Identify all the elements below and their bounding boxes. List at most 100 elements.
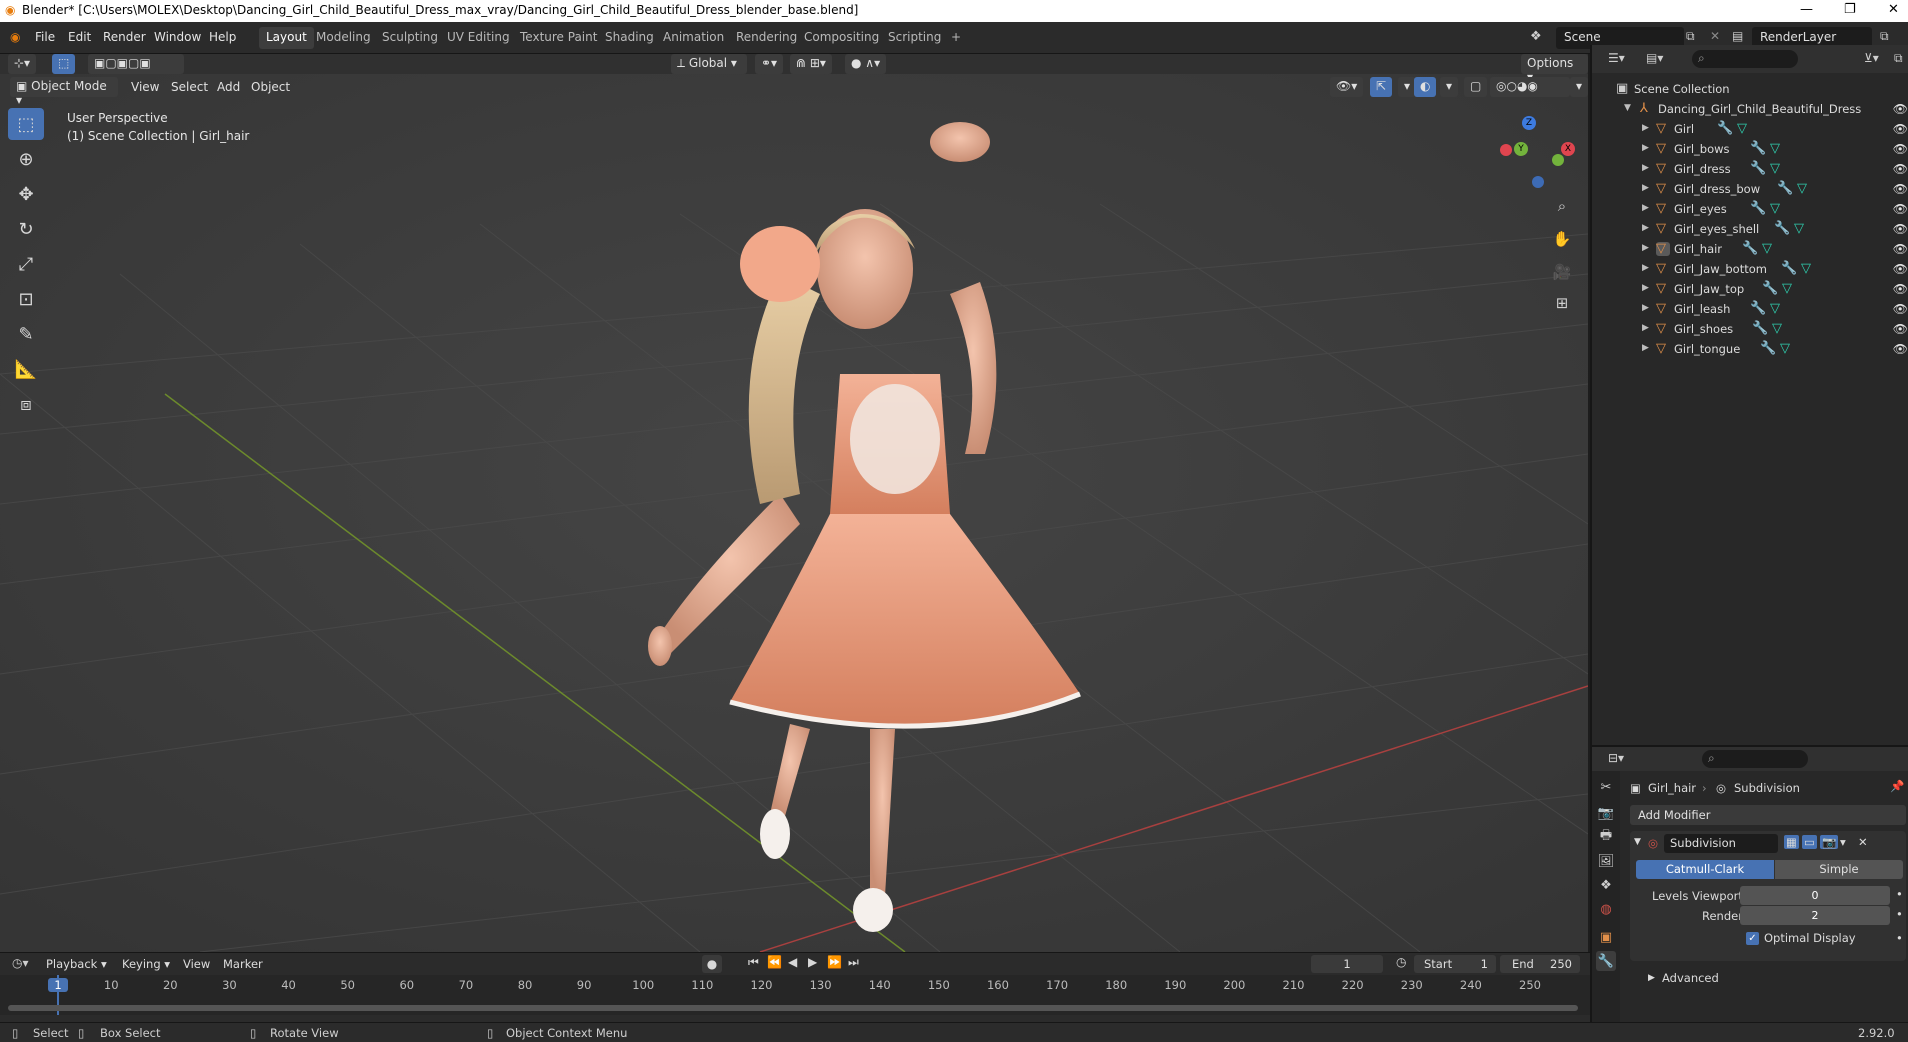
gizmo-neg-x[interactable] xyxy=(1500,144,1512,156)
menu-view[interactable]: View xyxy=(131,80,159,94)
advanced-expand-icon[interactable]: ▶ xyxy=(1648,973,1655,983)
keying-menu[interactable]: Keying ▾ xyxy=(122,955,170,973)
tab-modeling[interactable]: Modeling xyxy=(309,27,378,49)
pan-hand-icon[interactable]: ✋ xyxy=(1549,226,1575,252)
menu-select[interactable]: Select xyxy=(171,80,208,94)
end-frame-field[interactable]: End 250 xyxy=(1500,955,1580,973)
maximize-icon[interactable]: ❐ xyxy=(1844,2,1856,17)
outliner-collection[interactable]: ▼ ⅄ Dancing_Girl_Child_Beautiful_Dress 👁 xyxy=(1592,99,1908,119)
scene-tab-icon[interactable]: ❖ xyxy=(1596,875,1616,895)
advanced-subpanel[interactable]: Advanced xyxy=(1662,971,1719,985)
gizmo-toggle-icon[interactable]: ⇱ xyxy=(1370,77,1393,97)
modifier-wrench-icon[interactable]: 🔧 xyxy=(1762,281,1778,296)
annotate-tool-icon[interactable]: ✎ xyxy=(8,318,44,350)
collapse-arrow-icon[interactable]: ▼ xyxy=(1624,103,1631,113)
gizmo-neg-y[interactable] xyxy=(1552,154,1564,166)
eye-icon[interactable]: 👁 xyxy=(1893,242,1908,256)
visibility-filter-icon[interactable]: 👁▾ xyxy=(1330,77,1364,97)
snap-magnet-icon[interactable]: ⋒ ⊞▾ xyxy=(790,54,832,74)
object-tab-icon[interactable]: ▣ xyxy=(1596,927,1616,947)
tool-tab-icon[interactable]: ✂ xyxy=(1596,777,1616,797)
output-tab-icon[interactable]: 🖶 xyxy=(1596,827,1616,847)
mesh-data-icon[interactable]: ▽ xyxy=(1782,281,1792,296)
modifier-wrench-icon[interactable]: 🔧 xyxy=(1781,261,1797,276)
simple-button[interactable]: Simple xyxy=(1775,860,1903,879)
xray-icon[interactable]: ▢ xyxy=(1464,77,1488,97)
gizmo-z-axis[interactable]: Z xyxy=(1522,116,1536,130)
eye-icon[interactable]: 👁 xyxy=(1893,342,1908,356)
expand-arrow-icon[interactable]: ▶ xyxy=(1642,343,1649,353)
modifier-name-field[interactable]: Subdivision xyxy=(1664,834,1778,853)
outliner-item-girl[interactable]: ▶ ▽ Girl 🔧 ▽ 👁 xyxy=(1592,119,1908,139)
jump-start-icon[interactable]: ⏮ xyxy=(748,955,759,970)
outliner-item-girl-leash[interactable]: ▶ ▽ Girl_leash 🔧 ▽ 👁 xyxy=(1592,299,1908,319)
select-mode-icon[interactable]: ⬚ xyxy=(52,54,76,74)
add-modifier-dropdown[interactable]: Add Modifier xyxy=(1630,805,1906,825)
playback-menu[interactable]: Playback ▾ xyxy=(46,955,107,973)
eye-icon[interactable]: 👁 xyxy=(1893,142,1908,156)
render-levels-field[interactable]: 2 xyxy=(1740,906,1890,925)
preview-range-icon[interactable]: ◷ xyxy=(1396,955,1406,969)
menu-render[interactable]: Render xyxy=(103,30,146,44)
eye-icon[interactable]: 👁 xyxy=(1893,102,1908,116)
marker-menu[interactable]: Marker xyxy=(223,955,263,973)
pivot-point-icon[interactable]: ⚭▾ xyxy=(755,54,784,74)
properties-search-input[interactable]: ⌕ xyxy=(1702,750,1808,768)
shading-modes-icon[interactable]: ◎○◕◉ xyxy=(1490,77,1570,97)
mode-dropdown[interactable]: ▣ Object Mode ▾ xyxy=(10,77,118,107)
menu-help[interactable]: Help xyxy=(209,30,236,44)
gizmo-neg-z[interactable] xyxy=(1532,176,1544,188)
eye-icon[interactable]: 👁 xyxy=(1893,282,1908,296)
new-scene-icon[interactable]: ⧉ xyxy=(1686,29,1695,44)
menu-edit[interactable]: Edit xyxy=(68,30,91,44)
outliner-item-girl-dress[interactable]: ▶ ▽ Girl_dress 🔧 ▽ 👁 xyxy=(1592,159,1908,179)
expand-arrow-icon[interactable]: ▶ xyxy=(1642,123,1649,133)
select-box-modes-icon[interactable]: ▣▢▣▢▣ xyxy=(88,54,184,74)
optimal-display-checkbox[interactable]: ✓ xyxy=(1746,932,1759,945)
rotate-tool-icon[interactable]: ↻ xyxy=(8,213,44,245)
frame-ruler[interactable]: 1 10 20 30 40 50 60 70 80 90 100 110 120 130 140 150 160… xyxy=(0,975,1590,1015)
mesh-data-icon[interactable]: ▽ xyxy=(1770,161,1780,176)
cursor-tool-icon[interactable]: ⊕ xyxy=(8,143,44,175)
modifier-wrench-icon[interactable]: 🔧 xyxy=(1750,161,1766,176)
eye-icon[interactable]: 👁 xyxy=(1893,202,1908,216)
transform-tool-icon[interactable]: ⊡ xyxy=(8,283,44,315)
mesh-data-icon[interactable]: ▽ xyxy=(1797,181,1807,196)
render-toggle-icon[interactable]: 📷 xyxy=(1820,835,1839,849)
modifier-menu-icon[interactable]: ▾ xyxy=(1840,835,1846,849)
3d-viewport[interactable]: User Perspective (1) Scene Collection | … xyxy=(0,74,1588,952)
levels-viewport-field[interactable]: 0 xyxy=(1740,886,1890,905)
eye-icon[interactable]: 👁 xyxy=(1893,262,1908,276)
new-collection-icon[interactable]: ⧉ xyxy=(1894,51,1903,66)
mesh-data-icon[interactable]: ▽ xyxy=(1780,341,1790,356)
display-mode-icon[interactable]: ▤▾ xyxy=(1646,51,1663,65)
expand-arrow-icon[interactable]: ▶ xyxy=(1642,283,1649,293)
tab-animation[interactable]: Animation xyxy=(656,27,731,49)
menu-window[interactable]: Window xyxy=(154,30,201,44)
eye-icon[interactable]: 👁 xyxy=(1893,162,1908,176)
start-frame-field[interactable]: Start 1 xyxy=(1414,955,1496,973)
modifier-wrench-icon[interactable]: 🔧 xyxy=(1742,241,1758,256)
expand-arrow-icon[interactable]: ▶ xyxy=(1642,183,1649,193)
measure-tool-icon[interactable]: 📐 xyxy=(8,353,44,385)
modifier-wrench-icon[interactable]: 🔧 xyxy=(1777,181,1793,196)
panel-collapse-icon[interactable]: ▼ xyxy=(1634,837,1641,847)
keyframe-dot-icon[interactable]: • xyxy=(1896,887,1903,901)
render-tab-icon[interactable]: 📷 xyxy=(1596,803,1616,823)
modifier-wrench-icon[interactable]: 🔧 xyxy=(1717,121,1733,136)
camera-view-icon[interactable]: 🎥 xyxy=(1549,259,1575,285)
tab-sculpting[interactable]: Sculpting xyxy=(375,27,445,49)
mesh-data-icon[interactable]: ▽ xyxy=(1770,201,1780,216)
overlay-dropdown-icon[interactable]: ▾ xyxy=(1440,77,1459,97)
expand-arrow-icon[interactable]: ▶ xyxy=(1642,323,1649,333)
outliner-item-girl-dress-bow[interactable]: ▶ ▽ Girl_dress_bow 🔧 ▽ 👁 xyxy=(1592,179,1908,199)
edit-mode-toggle-icon[interactable]: ▦ xyxy=(1784,835,1799,849)
expand-arrow-icon[interactable]: ▶ xyxy=(1642,203,1649,213)
add-workspace-button[interactable]: + xyxy=(944,27,968,49)
outliner-item-girl-bows[interactable]: ▶ ▽ Girl_bows 🔧 ▽ 👁 xyxy=(1592,139,1908,159)
add-cube-tool-icon[interactable]: ⧈ xyxy=(8,388,44,420)
tab-layout[interactable]: Layout xyxy=(259,27,314,49)
new-view-layer-icon[interactable]: ⧉ xyxy=(1880,29,1889,44)
record-keyframe-icon[interactable]: ● xyxy=(702,955,722,973)
mesh-data-icon[interactable]: ▽ xyxy=(1794,221,1804,236)
